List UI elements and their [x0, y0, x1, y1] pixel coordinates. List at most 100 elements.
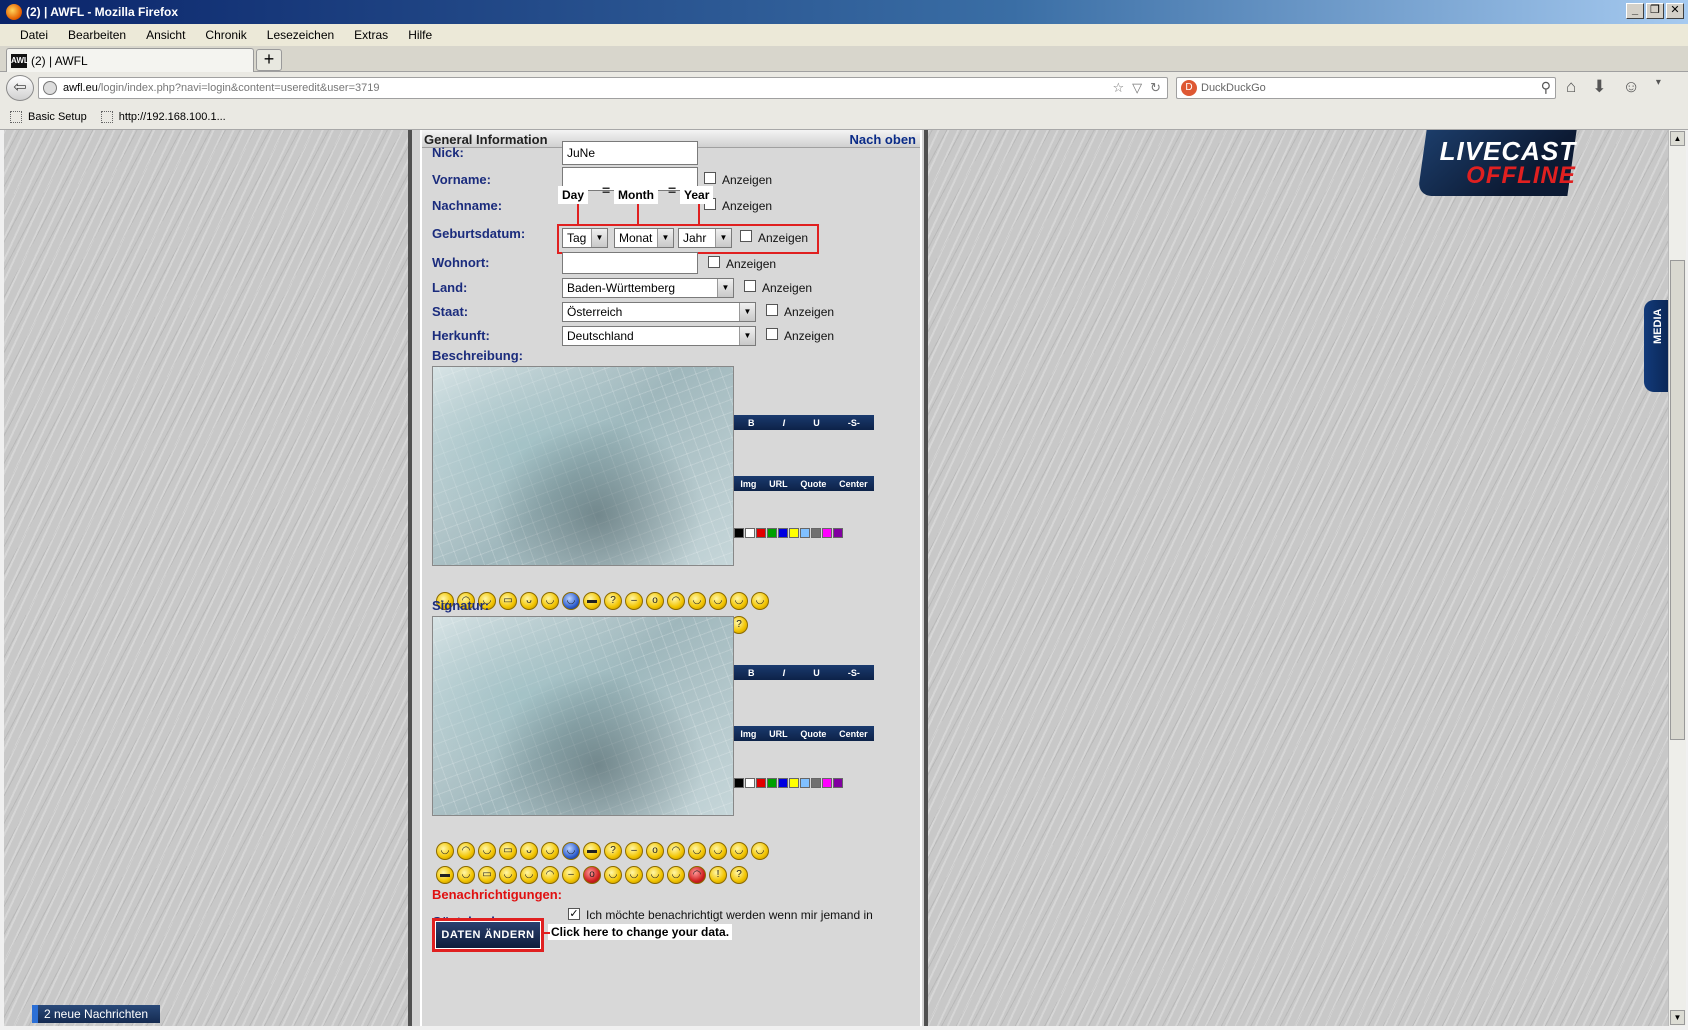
angry-icon[interactable]: ◠ — [667, 842, 685, 860]
maximize-button[interactable]: ❐ — [1646, 3, 1664, 19]
color-swatch[interactable] — [811, 528, 821, 538]
home-icon[interactable]: ⌂ — [1566, 77, 1576, 97]
dropdown-arrow-icon[interactable]: ▽ — [1132, 80, 1142, 96]
glasses-icon[interactable]: ▬ — [436, 866, 454, 884]
url-bar[interactable]: awfl.eu /login/index.php?navi=login&cont… — [38, 77, 1168, 99]
menu-extras[interactable]: Extras — [344, 28, 398, 42]
scroll-thumb[interactable] — [1670, 260, 1685, 740]
img-button[interactable]: Img — [740, 479, 756, 489]
color-swatch[interactable] — [800, 778, 810, 788]
color-swatch[interactable] — [822, 778, 832, 788]
color-swatch[interactable] — [756, 778, 766, 788]
thumbs-icon[interactable]: ◡ — [499, 866, 517, 884]
tongue-icon[interactable]: ᴗ — [520, 842, 538, 860]
menu-bearbeiten[interactable]: Bearbeiten — [58, 28, 136, 42]
staat-select[interactable]: Österreich ▼ — [562, 302, 756, 322]
neutral-icon[interactable]: – — [625, 842, 643, 860]
menu-chevron-icon[interactable]: ▾ — [1656, 77, 1661, 97]
kiss-icon[interactable]: o — [583, 866, 601, 884]
download-icon[interactable]: ⬇ — [1592, 77, 1606, 97]
bookmark-router[interactable]: http://192.168.100.1... — [100, 110, 226, 123]
sleep-icon[interactable]: ◡ — [646, 866, 664, 884]
center-button[interactable]: Center — [839, 729, 868, 739]
search-icon[interactable]: ⚲ — [1541, 79, 1551, 96]
color-swatch[interactable] — [800, 528, 810, 538]
color-swatch[interactable] — [822, 528, 832, 538]
color-swatch[interactable] — [767, 528, 777, 538]
color-swatch[interactable] — [789, 778, 799, 788]
herkunft-show-checkbox[interactable] — [766, 328, 778, 340]
img-button[interactable]: Img — [740, 729, 756, 739]
laugh-icon[interactable]: ◡ — [751, 842, 769, 860]
addon-icon[interactable]: ☺ — [1623, 77, 1640, 97]
menu-hilfe[interactable]: Hilfe — [398, 28, 442, 42]
neutral-icon[interactable]: – — [625, 592, 643, 610]
land-select[interactable]: Baden-Württemberg ▼ — [562, 278, 734, 298]
italic-button[interactable]: I — [783, 418, 786, 428]
color-swatch[interactable] — [734, 778, 744, 788]
happy-icon[interactable]: ◡ — [478, 842, 496, 860]
back-to-top-link[interactable]: Nach oben — [850, 132, 916, 147]
bookmark-basic-setup[interactable]: Basic Setup — [10, 110, 87, 123]
wohnort-show-checkbox[interactable] — [708, 256, 720, 268]
scroll-down-icon[interactable]: ▼ — [1670, 1010, 1685, 1025]
dizzy-icon[interactable]: ◡ — [667, 866, 685, 884]
color-swatch[interactable] — [767, 778, 777, 788]
new-tab-button[interactable]: + — [256, 49, 282, 71]
wohnort-input[interactable] — [562, 252, 698, 274]
mad-icon[interactable]: ◠ — [688, 866, 706, 884]
vertical-scrollbar[interactable]: ▲ ▼ — [1668, 130, 1686, 1026]
nick-input[interactable] — [562, 141, 698, 165]
color-swatch[interactable] — [756, 528, 766, 538]
rolleyes-icon[interactable]: ◡ — [709, 842, 727, 860]
blush-icon[interactable]: ◡ — [730, 842, 748, 860]
scroll-up-icon[interactable]: ▲ — [1670, 131, 1685, 146]
quote-button[interactable]: Quote — [800, 729, 826, 739]
eyes-icon[interactable]: ◡ — [688, 842, 706, 860]
url-button[interactable]: URL — [769, 729, 788, 739]
laugh-icon[interactable]: ◡ — [751, 592, 769, 610]
center-button[interactable]: Center — [839, 479, 868, 489]
reload-icon[interactable]: ↻ — [1150, 80, 1161, 96]
grin-icon[interactable]: ▭ — [499, 842, 517, 860]
cool-icon[interactable]: ▬ — [583, 592, 601, 610]
bold-button[interactable]: B — [748, 668, 755, 678]
thumbs-up-icon[interactable]: ◡ — [457, 866, 475, 884]
menu-ansicht[interactable]: Ansicht — [136, 28, 195, 42]
exclamation-icon[interactable]: ! — [709, 866, 727, 884]
minimize-button[interactable]: _ — [1626, 3, 1644, 19]
menu-chronik[interactable]: Chronik — [195, 28, 256, 42]
tongue-icon[interactable]: ᴗ — [520, 592, 538, 610]
sad-icon[interactable]: ◠ — [457, 842, 475, 860]
quote-button[interactable]: Quote — [800, 479, 826, 489]
eyes-icon[interactable]: ◡ — [688, 592, 706, 610]
color-swatch[interactable] — [745, 528, 755, 538]
question-icon[interactable]: ? — [730, 866, 748, 884]
underline-button[interactable]: U — [813, 418, 820, 428]
italic-button[interactable]: I — [783, 668, 786, 678]
color-swatch[interactable] — [789, 528, 799, 538]
menu-lesezeichen[interactable]: Lesezeichen — [257, 28, 344, 42]
tab-awfl[interactable]: AWL (2) | AWFL — [6, 48, 254, 72]
day-select[interactable]: Tag ▼ — [562, 228, 608, 248]
beschreibung-textarea[interactable] — [432, 366, 734, 566]
new-messages-bar[interactable]: 2 neue Nachrichten — [32, 1005, 160, 1023]
bookmark-star-icon[interactable]: ☆ — [1112, 80, 1124, 96]
search-bar[interactable]: D DuckDuckGo ⚲ — [1176, 77, 1556, 99]
herkunft-select[interactable]: Deutschland ▼ — [562, 326, 756, 346]
livecast-logo[interactable]: LIVECAST OFFLINE — [1417, 130, 1577, 196]
blush-icon[interactable]: ◡ — [730, 592, 748, 610]
media-tab[interactable]: MEDIA — [1644, 300, 1668, 392]
land-show-checkbox[interactable] — [744, 280, 756, 292]
strike-button[interactable]: -S- — [848, 418, 860, 428]
confused-icon[interactable]: ? — [604, 592, 622, 610]
color-swatch[interactable] — [734, 528, 744, 538]
confused-icon[interactable]: ? — [604, 842, 622, 860]
color-swatch[interactable] — [833, 528, 843, 538]
vorname-show-checkbox[interactable] — [704, 172, 716, 184]
angry-icon[interactable]: ◠ — [667, 592, 685, 610]
grin-icon[interactable]: ▭ — [499, 592, 517, 610]
color-swatch[interactable] — [778, 528, 788, 538]
daten-aendern-button[interactable]: DATEN ÄNDERN — [436, 922, 540, 948]
flag-smiley-icon[interactable]: ◡ — [562, 842, 580, 860]
